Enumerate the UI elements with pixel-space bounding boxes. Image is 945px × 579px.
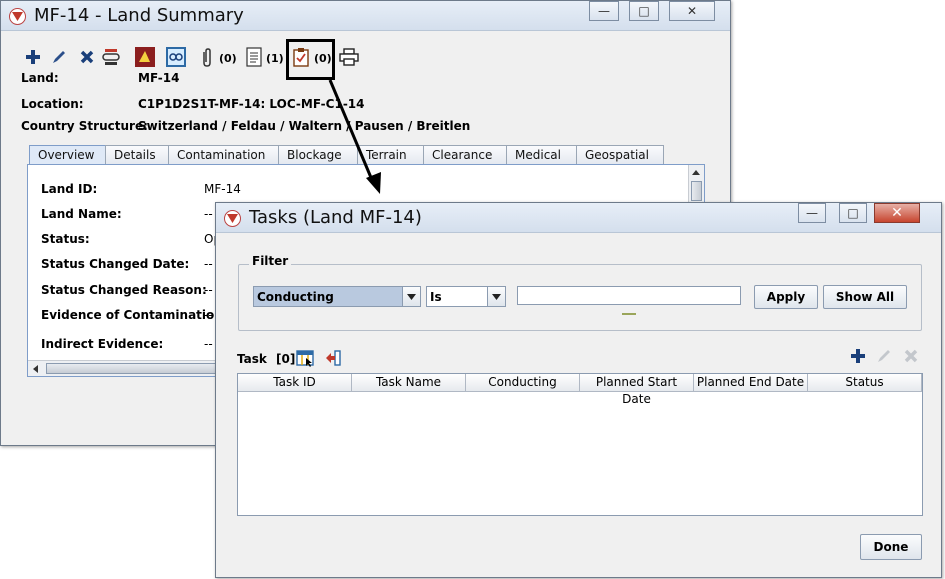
close-icon[interactable]: ✕ [874, 203, 920, 223]
maximize-icon[interactable]: □ [839, 203, 867, 223]
evidence-contamination-label: Evidence of Contamination: [41, 308, 228, 322]
col-task-id[interactable]: Task ID [238, 374, 352, 392]
apply-button[interactable]: Apply [754, 285, 818, 309]
evidence-contamination-value: -- [204, 308, 213, 322]
status-changed-date-label: Status Changed Date: [41, 257, 190, 271]
view-icon[interactable] [164, 45, 188, 69]
print-icon[interactable] [338, 46, 360, 68]
tab-terrain[interactable]: Terrain [357, 145, 424, 165]
status-changed-reason-label: Status Changed Reason: [41, 283, 207, 297]
filter-operator-value: Is [430, 290, 442, 304]
attachments-count: (0) [219, 52, 237, 65]
chevron-down-icon[interactable] [402, 287, 420, 306]
tasks-window-title: Tasks (Land MF-14) [249, 207, 422, 228]
country-structure-label: Country Structure: [21, 119, 148, 133]
paperclip-icon[interactable] [199, 47, 215, 69]
land-name-value: -- [204, 207, 213, 221]
delete-task-icon [901, 346, 921, 366]
country-structure-value: Switzerland / Feldau / Waltern / Pausen … [138, 119, 471, 133]
edit-task-icon [874, 346, 894, 366]
app-logo-icon [224, 210, 241, 227]
land-id-label: Land ID: [41, 182, 98, 196]
chevron-down-icon[interactable] [487, 287, 505, 306]
tab-contamination[interactable]: Contamination [168, 145, 279, 165]
window-title: MF-14 - Land Summary [34, 5, 244, 26]
status-label: Status: [41, 232, 90, 246]
workflow-icon[interactable] [100, 46, 122, 68]
location-label: Location: [21, 97, 84, 111]
indirect-evidence-value: -- [204, 337, 213, 351]
add-icon[interactable] [23, 47, 43, 67]
scroll-thumb[interactable] [691, 181, 702, 201]
document-icon[interactable] [244, 46, 264, 68]
col-conducting[interactable]: Conducting [466, 374, 580, 392]
tab-clearance[interactable]: Clearance [423, 145, 507, 165]
close-icon[interactable]: ✕ [669, 1, 715, 21]
filter-label: Filter [249, 254, 292, 268]
documents-count: (1) [266, 52, 284, 65]
add-task-icon[interactable] [848, 346, 868, 366]
indirect-evidence-label: Indirect Evidence: [41, 337, 164, 351]
tab-details[interactable]: Details [105, 145, 169, 165]
delete-icon[interactable] [77, 47, 97, 67]
filter-value-input[interactable] [517, 286, 741, 305]
col-planned-end-date[interactable]: Planned End Date [694, 374, 808, 392]
task-grid-header: Task ID Task Name Conducting Planned Sta… [238, 374, 922, 406]
tab-overview[interactable]: Overview [29, 145, 106, 165]
edit-icon[interactable] [49, 47, 69, 67]
column-chooser-icon[interactable] [295, 348, 315, 368]
task-count: [0] [276, 352, 296, 366]
col-planned-start-date[interactable]: Planned Start Date [580, 374, 694, 406]
land-summary-titlebar[interactable]: MF-14 - Land Summary — □ ✕ [1, 1, 730, 31]
scroll-up-arrow-icon[interactable] [692, 170, 700, 175]
filter-field-value: Conducting [257, 290, 334, 304]
land-tabs: Overview Details Contamination Blockage … [29, 145, 664, 165]
status-changed-date-value: -- [204, 257, 213, 271]
tasks-count: (0) [314, 52, 332, 65]
tab-medical[interactable]: Medical [506, 145, 577, 165]
map-pin-icon[interactable] [133, 45, 157, 69]
scroll-h-thumb[interactable] [46, 363, 216, 374]
filter-operator-select[interactable]: Is [426, 286, 506, 307]
tab-geospatial[interactable]: Geospatial [576, 145, 664, 165]
tasks-clipboard-icon[interactable] [291, 46, 311, 68]
land-value: MF-14 [138, 71, 180, 85]
minimize-icon[interactable]: — [589, 1, 619, 21]
filter-input-indicator [622, 313, 636, 315]
task-label: Task [237, 352, 267, 366]
land-label: Land: [21, 71, 59, 85]
tasks-titlebar[interactable]: Tasks (Land MF-14) — □ ✕ [216, 203, 941, 233]
maximize-icon[interactable]: □ [629, 1, 659, 21]
land-id-value: MF-14 [204, 182, 241, 196]
location-value: C1P1D2S1T-MF-14: LOC-MF-C1-14 [138, 97, 365, 111]
col-status[interactable]: Status [808, 374, 922, 392]
status-changed-reason-value: -- [204, 283, 213, 297]
done-button[interactable]: Done [860, 534, 922, 560]
task-grid[interactable]: Task ID Task Name Conducting Planned Sta… [237, 373, 923, 516]
app-logo-icon [9, 8, 26, 25]
land-name-label: Land Name: [41, 207, 122, 221]
col-task-name[interactable]: Task Name [352, 374, 466, 392]
scroll-left-arrow-icon[interactable] [33, 365, 38, 373]
tasks-window: Tasks (Land MF-14) — □ ✕ Filter Conducti… [215, 202, 942, 578]
show-all-button[interactable]: Show All [823, 285, 907, 309]
filter-field-select[interactable]: Conducting [253, 286, 421, 307]
tab-blockage[interactable]: Blockage [278, 145, 358, 165]
export-icon[interactable] [323, 348, 343, 368]
minimize-icon[interactable]: — [798, 203, 826, 223]
